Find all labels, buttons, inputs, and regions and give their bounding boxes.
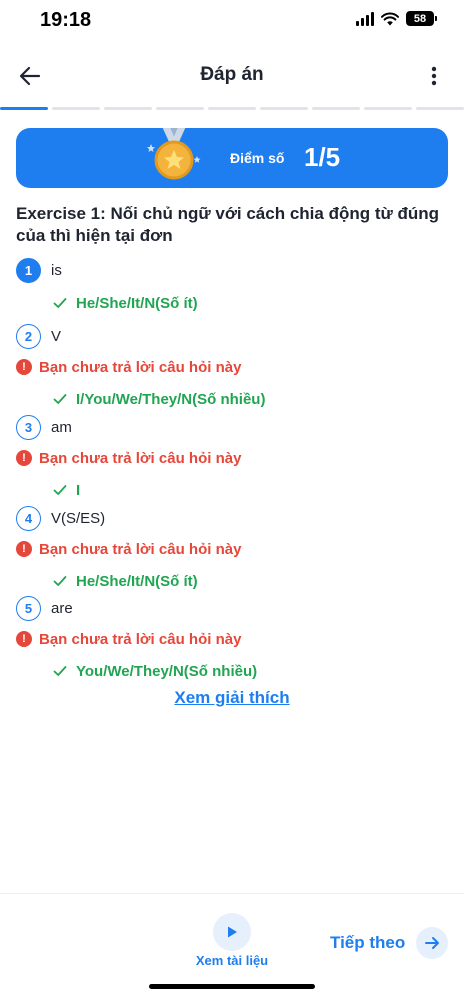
progress-segment [208, 107, 256, 110]
unanswered-warning: ! Bạn chưa trả lời câu hỏi này [16, 537, 446, 561]
question-item: 3 am! Bạn chưa trả lời câu hỏi này I [16, 414, 446, 502]
question-item: 2 V! Bạn chưa trả lời câu hỏi này I/You/We/… [16, 323, 446, 411]
question-item: 4 V(S/ES)! Bạn chưa trả lời câu hỏi này He/… [16, 505, 446, 593]
check-icon [52, 573, 68, 589]
correct-answer-text: I/You/We/They/N(Số nhiều) [76, 390, 266, 408]
status-bar: 19:18 58 [0, 0, 464, 44]
unanswered-warning: ! Bạn chưa trả lời câu hỏi này [16, 355, 446, 379]
check-icon [52, 482, 68, 498]
next-button[interactable] [416, 927, 448, 959]
medal-icon [147, 128, 201, 180]
question-progress-bar [0, 107, 464, 111]
alert-icon: ! [16, 541, 32, 557]
correct-answer-row: I/You/We/They/N(Số nhiều) [16, 387, 446, 411]
battery-icon: 58 [406, 11, 437, 26]
progress-segment [0, 107, 48, 110]
question-text: are [51, 599, 73, 617]
progress-segment [364, 107, 412, 110]
score-banner: Điểm số 1/5 [16, 128, 448, 188]
header: Đáp án [0, 50, 464, 102]
correct-answer-row: I [16, 478, 446, 502]
score-value: 1/5 [304, 142, 341, 172]
home-indicator [149, 984, 315, 989]
warning-text: Bạn chưa trả lời câu hỏi này [39, 449, 242, 467]
warning-text: Bạn chưa trả lời câu hỏi này [39, 630, 242, 648]
question-row: 1 is [16, 257, 446, 283]
more-options-button[interactable] [418, 60, 450, 92]
page-title: Đáp án [200, 64, 264, 85]
question-number-badge: 4 [16, 505, 41, 531]
unanswered-warning: ! Bạn chưa trả lời câu hỏi này [16, 627, 446, 651]
alert-icon: ! [16, 631, 32, 647]
more-vertical-icon [431, 66, 437, 86]
question-row: 4 V(S/ES) [16, 505, 446, 531]
cellular-signal-icon [356, 11, 374, 26]
question-text: V(S/ES) [51, 509, 106, 527]
progress-segment [104, 107, 152, 110]
view-explanation-link[interactable]: Xem giải thích [0, 688, 464, 708]
progress-segment [156, 107, 204, 110]
question-number-badge: 5 [16, 595, 41, 621]
correct-answer-row: He/She/It/N(Số ít) [16, 291, 446, 315]
alert-icon: ! [16, 359, 32, 375]
unanswered-warning: ! Bạn chưa trả lời câu hỏi này [16, 446, 446, 470]
progress-segment [260, 107, 308, 110]
question-text: is [51, 261, 62, 279]
question-row: 3 am [16, 414, 446, 440]
progress-segment [312, 107, 360, 110]
warning-text: Bạn chưa trả lời câu hỏi này [39, 358, 242, 376]
next-button-label[interactable]: Tiếp theo [330, 933, 405, 953]
progress-segment [416, 107, 464, 110]
question-row: 5 are [16, 595, 446, 621]
wifi-icon [381, 12, 399, 25]
question-text: V [51, 327, 62, 345]
correct-answer-text: He/She/It/N(Số ít) [76, 294, 198, 312]
question-number-badge: 1 [16, 257, 41, 283]
check-icon [52, 295, 68, 311]
bottom-bar: Xem tài liệu Tiếp theo [0, 893, 464, 995]
question-item: 1 is He/She/It/N(Số ít) [16, 257, 446, 315]
alert-icon: ! [16, 450, 32, 466]
correct-answer-row: He/She/It/N(Số ít) [16, 569, 446, 593]
check-icon [52, 663, 68, 679]
check-icon [52, 391, 68, 407]
correct-answer-text: You/We/They/N(Số nhiều) [76, 662, 258, 680]
correct-answer-text: I [76, 481, 81, 499]
status-time: 19:18 [40, 9, 92, 31]
question-row: 2V [16, 323, 446, 349]
correct-answer-text: He/She/It/N(Số ít) [76, 572, 198, 590]
question-number-badge: 2 [16, 323, 41, 349]
view-documents-label[interactable]: Xem tài liệu [180, 953, 284, 968]
score-label: Điểm số [230, 150, 285, 166]
question-text: am [51, 418, 72, 436]
warning-text: Bạn chưa trả lời câu hỏi này [39, 540, 242, 558]
play-icon [228, 926, 237, 938]
exercise-title: Exercise 1: Nối chủ ngữ với cách chia độ… [16, 204, 440, 245]
status-icons: 58 [356, 11, 437, 26]
correct-answer-row: You/We/They/N(Số nhiều) [16, 659, 446, 683]
progress-segment [52, 107, 100, 110]
view-documents-button[interactable] [213, 913, 251, 951]
question-number-badge: 3 [16, 414, 41, 440]
question-item: 5 are! Bạn chưa trả lời câu hỏi này You/We/… [16, 595, 446, 683]
arrow-right-icon [425, 937, 439, 949]
